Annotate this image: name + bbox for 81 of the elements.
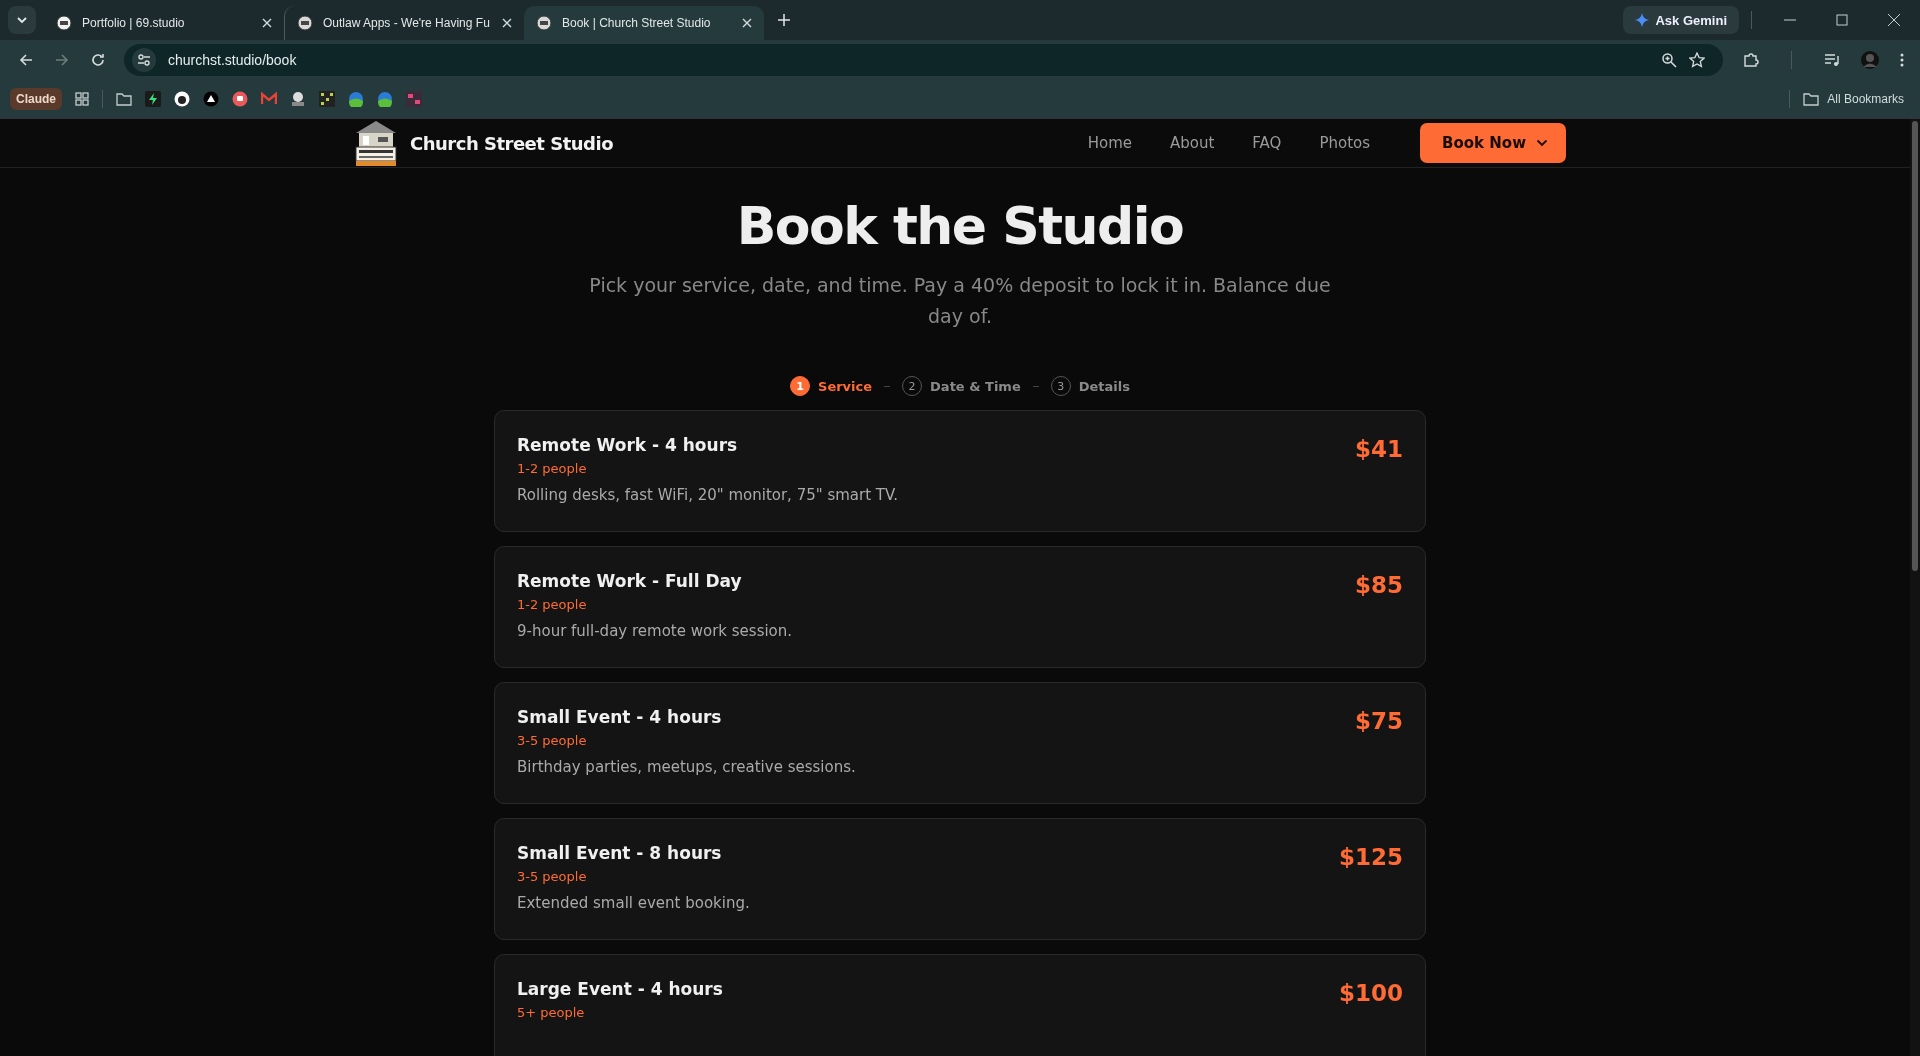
service-price: $85 [1355,572,1403,600]
all-bookmarks-button[interactable]: All Bookmarks [1803,92,1910,106]
grid-icon[interactable] [319,91,335,107]
globe-icon[interactable] [348,91,364,107]
close-icon[interactable] [742,18,752,28]
site-settings-icon[interactable] [132,48,156,72]
sparkle-icon [1635,13,1650,27]
service-name: Small Event - 8 hours [517,843,723,863]
reload-icon[interactable] [90,52,106,68]
star-icon[interactable] [1689,52,1705,68]
step-label: Details [1078,378,1130,394]
round-icon[interactable] [232,91,248,107]
service-card[interactable]: Remote Work - Full Day 1-2 people 9-hour full-day remote work session. $85 [494,546,1426,668]
tab-title: Portfolio | 69.studio [82,16,186,30]
chevron-down-icon [1536,139,1548,147]
back-icon[interactable] [18,52,34,68]
capacity-text: 3-5 people [517,733,588,748]
service-card[interactable]: Small Event - 8 hours 3-5 people Extended small event booking. $125 [494,818,1426,940]
folder-icon [1803,92,1820,106]
service-card[interactable]: Remote Work - 4 hours 1-2 people Rolling desks, fast WiFi, 20" monitor, 75" smart TV. $41 [494,410,1426,532]
address-bar[interactable]: churchst.studio/book [124,44,1723,76]
capacity-text: 1-2 people [517,597,588,612]
step-number: 1 [790,376,810,396]
service-name: Remote Work - 4 hours [517,435,739,455]
page-subtitle: Pick your service, date, and time. Pay a 40% deposit to lock it in. Balance due day of. [588,273,1332,329]
favicon-icon [536,15,552,31]
tab-title: Outlaw Apps - We're Having Fu [323,16,491,30]
service-card[interactable]: Large Event - 4 hours 5+ people $100 [494,954,1426,1056]
favicon-icon [56,15,72,31]
m-shape-icon[interactable] [261,91,277,107]
apps-icon[interactable] [75,92,89,106]
bookmark-chip[interactable]: Claude [10,88,62,110]
capacity-text: 1-2 people [517,461,588,476]
service-name: Small Event - 4 hours [517,707,723,727]
site-name[interactable]: Church Street Studio [410,132,613,154]
zoom-icon[interactable] [1661,52,1677,68]
step-label: Date & Time [930,378,1021,394]
close-window-icon[interactable] [1888,14,1900,26]
url-text: churchst.studio/book [168,52,297,68]
nav-link[interactable]: Photos [1319,134,1371,152]
tab-search-button[interactable] [8,6,36,34]
nav-link[interactable]: FAQ [1252,134,1282,152]
step-label: Service [818,378,873,394]
service-card[interactable]: Small Event - 4 hours 3-5 people Birthday parties, meetups, creative sessions. $75 [494,682,1426,804]
service-price: $75 [1355,708,1403,736]
avatar-icon[interactable] [1860,50,1880,70]
tiles-icon[interactable] [406,91,422,107]
scrollbar-thumb[interactable] [1912,121,1918,571]
browser-tab[interactable]: Book | Church Street Studio [524,6,764,40]
close-icon[interactable] [262,18,272,28]
house-logo-icon[interactable] [354,119,398,167]
new-tab-icon[interactable] [778,14,790,26]
chevron-down-icon [16,14,28,26]
service-name: Remote Work - Full Day [517,571,743,591]
service-description: Extended small event booking. [517,894,751,912]
capacity-text: 5+ people [517,1005,586,1020]
media-icon[interactable] [1824,52,1840,68]
globe-icon[interactable] [377,91,393,107]
tab-title: Book | Church Street Studio [562,16,712,30]
nav-link[interactable]: Home [1087,134,1132,152]
book-now-button[interactable]: Book Now [1420,123,1566,163]
favicon-icon [297,15,313,31]
nav-link[interactable]: About [1170,134,1215,152]
service-price: $125 [1339,844,1403,872]
page-title: Book the Studio [736,196,1184,256]
service-name: Large Event - 4 hours [517,979,724,999]
bolt-icon[interactable] [145,91,161,107]
close-icon[interactable] [502,18,512,28]
browser-tab[interactable]: Portfolio | 69.studio [44,6,284,40]
service-description: Rolling desks, fast WiFi, 20" monitor, 75" smart TV. [517,486,900,504]
ask-gemini-button[interactable]: Ask Gemini [1623,6,1739,34]
service-description: Birthday parties, meetups, creative sessions. [517,758,857,776]
capacity-text: 3-5 people [517,869,588,884]
folder-icon[interactable] [116,92,132,106]
service-price: $41 [1355,436,1403,464]
puzzle-icon[interactable] [1743,52,1759,68]
more-icon[interactable] [1900,52,1904,68]
maximize-icon[interactable] [1836,14,1848,26]
forward-icon[interactable] [54,52,70,68]
service-price: $100 [1339,980,1403,1008]
service-description: 9-hour full-day remote work session. [517,622,794,640]
